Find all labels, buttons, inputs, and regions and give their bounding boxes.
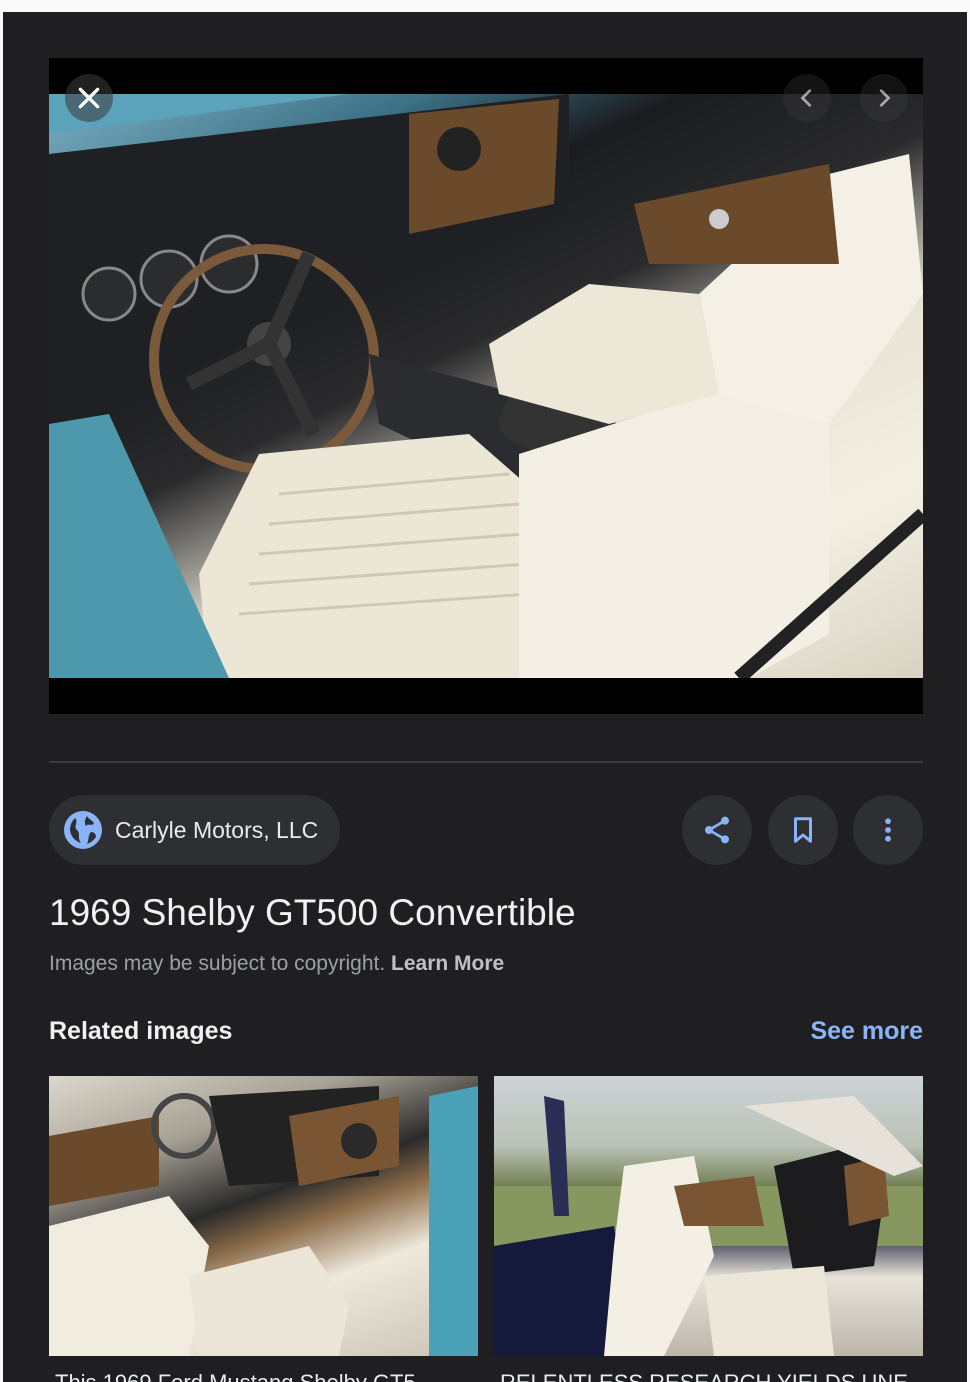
globe-icon xyxy=(64,811,102,849)
more-options-button[interactable] xyxy=(853,795,923,865)
see-more-link[interactable]: See more xyxy=(810,1017,923,1046)
related-image-thumbnail[interactable] xyxy=(494,1076,923,1356)
previous-image-button[interactable] xyxy=(783,74,831,122)
image-viewer xyxy=(49,58,923,714)
close-button[interactable] xyxy=(65,74,113,122)
bookmark-icon xyxy=(794,817,812,843)
related-image-caption[interactable]: This 1969 Ford Mustang Shelby GT5... xyxy=(55,1370,475,1382)
divider xyxy=(49,761,923,763)
source-chip[interactable]: Carlyle Motors, LLC xyxy=(49,795,341,865)
image-detail-panel: Carlyle Motors, LLC 1969 Shelby GT500 Co… xyxy=(3,12,967,1382)
chevron-left-icon xyxy=(800,89,812,107)
image-title: 1969 Shelby GT500 Convertible xyxy=(49,892,576,933)
save-button[interactable] xyxy=(768,795,838,865)
related-image-caption[interactable]: RELENTLESS RESEARCH YIELDS UNE... xyxy=(500,1370,920,1382)
main-image[interactable] xyxy=(49,94,923,678)
source-name: Carlyle Motors, LLC xyxy=(115,816,319,843)
learn-more-link[interactable]: Learn More xyxy=(391,952,504,975)
copyright-text: Images may be subject to copyright. xyxy=(49,952,386,975)
share-icon xyxy=(705,816,729,844)
close-icon xyxy=(78,87,100,109)
related-images-heading: Related images xyxy=(49,1017,233,1045)
copyright-notice: Images may be subject to copyright. Lear… xyxy=(49,952,504,976)
more-vert-icon xyxy=(885,818,891,842)
chevron-right-icon xyxy=(879,89,891,107)
next-image-button[interactable] xyxy=(860,74,908,122)
related-image-thumbnail[interactable] xyxy=(49,1076,478,1356)
share-button[interactable] xyxy=(682,795,752,865)
